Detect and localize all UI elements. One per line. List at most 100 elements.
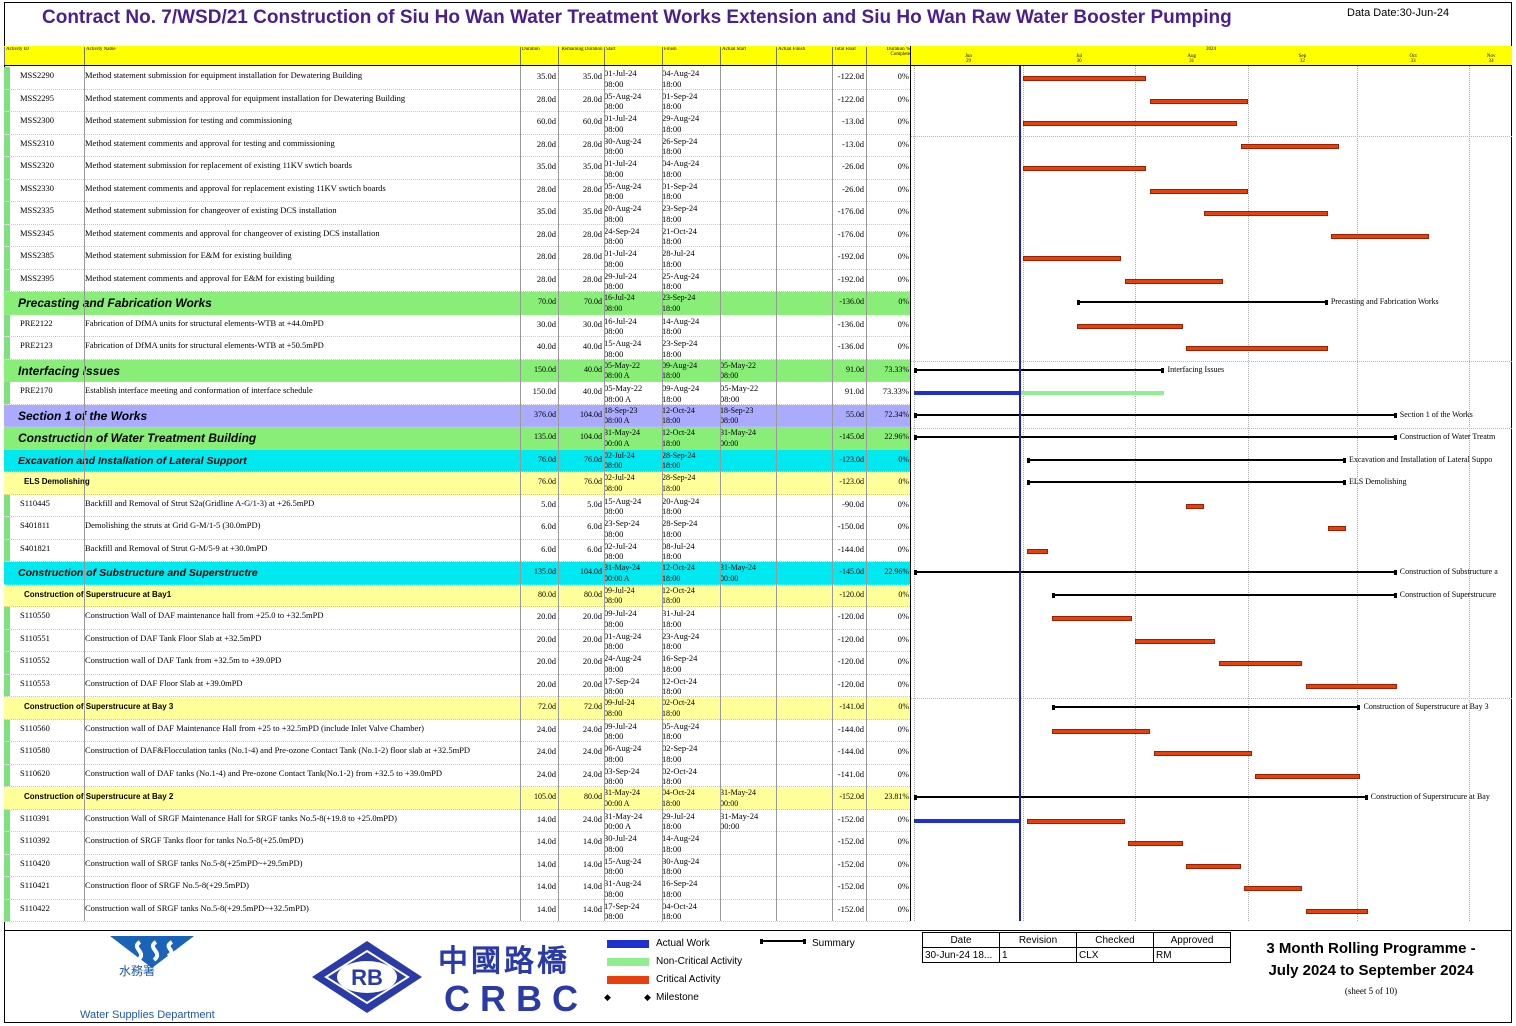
gantt-row: Excavation and Installation of Lateral S… [911,450,1512,473]
row-indent-bar [4,742,10,764]
summary-bar[interactable] [1026,480,1347,485]
summary-bar[interactable] [1051,705,1361,710]
col-pct-complete[interactable]: Duration % Complete [866,47,910,65]
table-row[interactable]: PRE2122 Fabrication of DfMA units for str… [4,314,910,337]
col-actual-start[interactable]: Actual Start [720,47,776,65]
finish-date: 28-Sep-24 18:00 [662,518,720,539]
critical-activity-bar[interactable] [1186,863,1241,869]
col-total-float[interactable]: Total Float [832,47,866,65]
critical-activity-bar[interactable] [1135,638,1216,644]
critical-activity-bar[interactable] [1128,841,1183,846]
summary-bar[interactable] [1077,300,1329,305]
table-row[interactable]: S110620 Construction wall of DAF tanks (N… [4,764,910,787]
table-row[interactable]: MSS2345 Method statement comments and app… [4,224,910,247]
table-row[interactable]: MSS2295 Method statement comments and app… [4,89,910,112]
wbs-group-row[interactable]: Precasting and Fabrication Works 70.0d 70.… [4,292,910,315]
table-row[interactable]: S110392 Construction of SRGF Tanks floor … [4,832,910,855]
table-row[interactable]: MSS2335 Method statement submission for c… [4,202,910,225]
col-activity-id[interactable]: Activity ID [4,47,84,65]
table-row[interactable]: MSS2385 Method statement submission for E… [4,247,910,270]
gantt-row [911,315,1512,338]
critical-activity-bar[interactable] [1022,121,1238,126]
col-activity-name[interactable]: Activity Name [84,47,520,65]
actual-work-bar[interactable] [914,818,1020,823]
table-row[interactable]: MSS2320 Method statement submission for r… [4,157,910,180]
critical-activity-bar[interactable] [1255,773,1361,779]
table-row[interactable]: S110553 Construction of DAF Floor Slab at… [4,674,910,697]
wbs-group-row[interactable]: Construction of Water Treatment Building… [4,427,910,450]
critical-activity-bar[interactable] [1026,548,1049,554]
start-time: 08:00 [604,618,624,629]
finish-time: 18:00 [662,911,682,921]
summary-bar[interactable] [914,570,1397,575]
gantt-year: 2024 [1206,47,1216,52]
critical-activity-bar[interactable] [1051,616,1132,621]
table-row[interactable]: S110550 Construction Wall of DAF maintena… [4,607,910,630]
table-row[interactable]: S110422 Construction wall of SRGF tanks N… [4,899,910,922]
summary-bar[interactable] [1051,592,1397,598]
legend-critical-swatch [607,976,649,984]
finish-date: 02-Sep-24 18:00 [662,743,720,764]
critical-activity-bar[interactable] [1306,908,1368,914]
noncritical-activity-bar[interactable] [1019,391,1165,395]
duration: 60.0d [536,116,556,126]
table-row[interactable]: MSS2395 Method statement comments and app… [4,269,910,292]
wbs-group-row[interactable]: Construction of Superstrucure at Bay1 80.… [4,584,910,607]
summary-bar[interactable] [914,435,1397,440]
wbs-group-row[interactable]: ELS Demolishing 76.0d 76.0d 02-Jul-24 08:00 2… [4,472,910,495]
critical-activity-bar[interactable] [1186,346,1328,351]
table-row[interactable]: PRE2170 Establish interface meeting and c… [4,382,910,405]
row-indent-bar [4,607,10,629]
critical-activity-bar[interactable] [1149,188,1248,194]
wbs-group-row[interactable]: Construction of Substructure and Superst… [4,562,910,585]
table-row[interactable]: S401821 Backfill and Removal of Strut G-M… [4,539,910,562]
table-row[interactable]: S110551 Construction of DAF Tank Floor Sl… [4,629,910,652]
start-time: 08:00 [604,776,624,786]
critical-activity-bar[interactable] [1022,76,1147,81]
col-duration[interactable]: Duration [520,47,558,65]
table-row[interactable]: S110552 Construction wall of DAF Tank fro… [4,652,910,675]
wbs-group-row[interactable]: Construction of Superstrucure at Bay 2 10… [4,787,910,810]
table-row[interactable]: S110391 Construction Wall of SRGF Mainten… [4,809,910,832]
table-row[interactable]: S401811 Demolishing the struts at Grid G-… [4,517,910,540]
wbs-group-row[interactable]: Interfacing Issues 150.0d 40.0d 05-May-22 08… [4,359,910,382]
table-row[interactable]: S110420 Construction wall of SRGF tanks N… [4,854,910,877]
table-row[interactable]: S110421 Construction floor of SRGF No.5-8… [4,877,910,900]
critical-activity-bar[interactable] [1186,503,1205,509]
critical-activity-bar[interactable] [1022,166,1147,171]
table-row[interactable]: PRE2123 Fabrication of DfMA units for str… [4,337,910,360]
summary-bar[interactable] [914,412,1397,418]
critical-activity-bar[interactable] [1149,98,1248,104]
critical-activity-bar[interactable] [1124,278,1223,284]
critical-activity-bar[interactable] [1051,728,1150,734]
critical-activity-bar[interactable] [1153,751,1252,756]
table-row[interactable]: S110580 Construction of DAF&Flocculation … [4,742,910,765]
critical-activity-bar[interactable] [1331,233,1430,239]
critical-activity-bar[interactable] [1306,683,1397,689]
critical-activity-bar[interactable] [1240,143,1339,149]
wbs-group-row[interactable]: Construction of Superstrucure at Bay 3 72… [4,697,910,720]
col-start[interactable]: Start [604,47,662,65]
col-finish[interactable]: Finish [662,47,720,65]
critical-activity-bar[interactable] [1244,886,1303,891]
table-row[interactable]: S110445 Backfill and Removal of Strut S2a… [4,494,910,517]
summary-bar[interactable] [914,795,1368,800]
wbs-group-row[interactable]: Section 1 of the Works 376.0d 104.0d 18-Sep… [4,404,910,427]
table-row[interactable]: MSS2310 Method statement comments and app… [4,134,910,157]
table-row[interactable]: MSS2290 Method statement submission for e… [4,67,910,90]
table-row[interactable]: MSS2300 Method statement submission for t… [4,112,910,135]
summary-bar[interactable] [1026,457,1347,463]
table-row[interactable]: MSS2330 Method statement comments and app… [4,179,910,202]
critical-activity-bar[interactable] [1022,256,1121,261]
critical-activity-bar[interactable] [1026,818,1125,824]
actual-work-bar[interactable] [914,391,1020,395]
critical-activity-bar[interactable] [1218,661,1303,666]
table-row[interactable]: S110560 Construction wall of DAF Maintena… [4,719,910,742]
critical-activity-bar[interactable] [1327,526,1346,531]
wbs-group-row[interactable]: Excavation and Installation of Lateral S… [4,449,910,472]
col-actual-finish[interactable]: Actual Finish [776,47,832,65]
summary-bar[interactable] [914,367,1165,373]
col-remaining[interactable]: Remaining Duration [558,47,604,65]
critical-activity-bar[interactable] [1204,211,1328,216]
critical-activity-bar[interactable] [1077,323,1183,329]
